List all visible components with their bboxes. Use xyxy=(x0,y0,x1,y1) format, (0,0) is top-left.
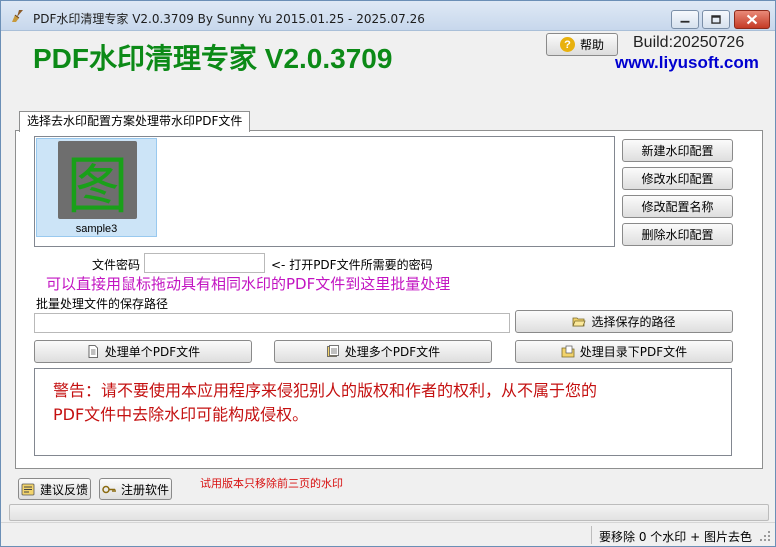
profile-name: sample3 xyxy=(75,223,118,235)
minimize-button[interactable] xyxy=(671,10,699,29)
save-path-input[interactable] xyxy=(34,313,510,333)
open-folder-icon xyxy=(572,317,587,327)
delete-profile-button[interactable]: 删除水印配置 xyxy=(622,223,733,246)
warning-line-1: 警告：请不要使用本应用程序来侵犯别人的版权和作者的权利，从不属于您的 xyxy=(53,381,598,400)
warning-line-2: PDF文件中去除水印可能构成侵权。 xyxy=(53,405,309,424)
register-label: 注册软件 xyxy=(120,482,169,497)
maximize-button[interactable] xyxy=(702,10,730,29)
build-number: Build:20250726 xyxy=(633,34,745,51)
choose-save-path-button[interactable]: 选择保存的路径 xyxy=(515,310,733,333)
close-button[interactable] xyxy=(734,10,770,29)
feedback-button[interactable]: 建议反馈 xyxy=(18,478,91,500)
process-single-button[interactable]: 处理单个PDF文件 xyxy=(34,340,252,363)
delete-profile-label: 删除水印配置 xyxy=(641,228,714,242)
app-title: PDF水印清理专家 V2.0.3709 xyxy=(33,43,393,74)
process-multiple-label: 处理多个PDF文件 xyxy=(344,345,441,359)
maximize-icon xyxy=(711,15,721,24)
resize-grip-icon[interactable] xyxy=(758,529,772,543)
process-folder-label: 处理目录下PDF文件 xyxy=(579,345,688,359)
status-text: 要移除 0 个水印 + 图片去色 xyxy=(599,530,752,544)
title-bar[interactable]: PDF水印清理专家 V2.0.3709 By Sunny Yu 2015.01.… xyxy=(1,1,775,31)
trial-note: 试用版本只移除前三页的水印 xyxy=(200,477,343,490)
help-button[interactable]: ? 帮助 xyxy=(546,33,618,56)
save-path-label: 批量处理文件的保存路径 xyxy=(36,297,169,311)
rename-profile-button[interactable]: 修改配置名称 xyxy=(622,195,733,218)
choose-save-path-label: 选择保存的路径 xyxy=(591,315,676,329)
website-link[interactable]: www.liyusoft.com xyxy=(615,53,759,73)
question-icon: ? xyxy=(559,37,575,52)
drag-drop-hint: 可以直接用鼠标拖动具有相同水印的PDF文件到这里批量处理 xyxy=(46,275,451,293)
window-title: PDF水印清理专家 V2.0.3709 By Sunny Yu 2015.01.… xyxy=(33,12,425,26)
tab-profiles[interactable]: 选择去水印配置方案处理带水印PDF文件 xyxy=(19,111,251,132)
password-input[interactable] xyxy=(144,253,265,273)
key-icon xyxy=(102,485,116,493)
app-window: PDF水印清理专家 V2.0.3709 By Sunny Yu 2015.01.… xyxy=(0,0,776,547)
document-icon xyxy=(88,345,98,358)
progress-bar xyxy=(9,504,769,521)
status-bar: 要移除 0 个水印 + 图片去色 xyxy=(1,522,775,546)
folder-icon xyxy=(561,345,575,358)
new-profile-label: 新建水印配置 xyxy=(641,144,714,158)
feedback-label: 建议反馈 xyxy=(39,482,88,497)
new-profile-button[interactable]: 新建水印配置 xyxy=(622,139,733,162)
feedback-icon xyxy=(21,483,35,495)
profile-tile[interactable]: 图 sample3 xyxy=(36,138,157,237)
process-multiple-button[interactable]: 处理多个PDF文件 xyxy=(274,340,492,363)
edit-profile-label: 修改水印配置 xyxy=(641,172,714,186)
edit-profile-button[interactable]: 修改水印配置 xyxy=(622,167,733,190)
help-label: 帮助 xyxy=(579,38,604,52)
documents-icon xyxy=(326,345,339,357)
password-hint: <- 打开PDF文件所需要的密码 xyxy=(271,258,433,272)
minimize-icon xyxy=(680,20,690,23)
process-folder-button[interactable]: 处理目录下PDF文件 xyxy=(515,340,733,363)
close-icon xyxy=(746,14,758,25)
status-separator xyxy=(591,526,592,544)
picture-icon: 图 xyxy=(58,141,137,222)
process-single-label: 处理单个PDF文件 xyxy=(104,345,201,359)
password-label: 文件密码 xyxy=(92,258,141,272)
register-button[interactable]: 注册软件 xyxy=(99,478,172,500)
broom-icon xyxy=(12,10,23,22)
rename-profile-label: 修改配置名称 xyxy=(641,200,714,214)
